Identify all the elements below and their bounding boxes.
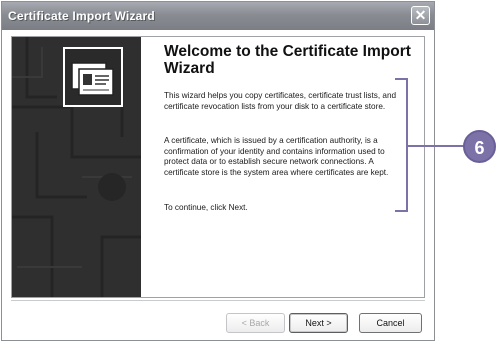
callout-bracket: [395, 78, 408, 212]
cancel-button[interactable]: Cancel: [359, 313, 422, 333]
wizard-content: Welcome to the Certificate Import Wizard…: [11, 36, 425, 298]
certificate-icon: [63, 47, 123, 107]
step-callout-badge: 6: [463, 130, 496, 163]
callout-line: [408, 145, 464, 147]
window-title: Certificate Import Wizard: [8, 9, 155, 23]
close-button[interactable]: ✕: [411, 6, 430, 25]
wizard-side-panel: [12, 37, 141, 297]
title-bar[interactable]: Certificate Import Wizard ✕: [2, 2, 434, 30]
wizard-heading: Welcome to the Certificate Import Wizard: [164, 43, 411, 77]
wizard-window: Certificate Import Wizard ✕ Welcome to t…: [1, 1, 435, 341]
definition-paragraph: A certificate, which is issued by a cert…: [164, 136, 389, 177]
intro-paragraph: This wizard helps you copy certificates,…: [164, 91, 397, 111]
next-button[interactable]: Next >: [289, 313, 348, 333]
close-icon: ✕: [414, 7, 427, 23]
continue-instruction: To continue, click Next.: [164, 203, 248, 212]
button-divider: [11, 300, 425, 301]
back-button[interactable]: < Back: [226, 313, 285, 333]
